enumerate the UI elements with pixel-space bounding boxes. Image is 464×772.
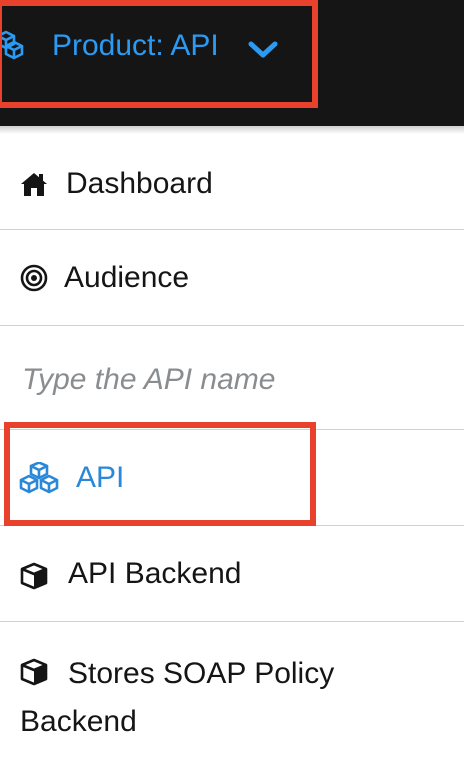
- top-header: Product: API: [0, 0, 464, 126]
- bullseye-icon: [20, 264, 48, 292]
- chevron-down-icon: [248, 41, 278, 58]
- nav-item-label: Stores SOAP Policy Backend: [20, 657, 335, 738]
- cubes-icon: [0, 30, 24, 60]
- api-search-row: [0, 326, 464, 430]
- product-selector-label: Product: API: [52, 29, 219, 62]
- nav-item-api-backend[interactable]: API Backend: [0, 526, 464, 622]
- api-search-input[interactable]: [0, 326, 464, 430]
- cubes-icon: [19, 462, 59, 494]
- product-selector-dropdown[interactable]: Product: API: [0, 0, 320, 96]
- nav-item-api[interactable]: API: [0, 430, 464, 526]
- nav-item-label: Dashboard: [66, 167, 213, 200]
- nav-item-label: API Backend: [68, 557, 242, 590]
- nav-item-label: API: [76, 461, 125, 494]
- nav-item-dashboard[interactable]: Dashboard: [0, 134, 464, 230]
- home-icon: [21, 173, 47, 196]
- page: Product: API Dashboard Audience Type the…: [0, 0, 464, 772]
- nav-item-audience[interactable]: Audience: [0, 230, 464, 326]
- header-divider: [0, 126, 464, 134]
- nav-item-label: Audience: [64, 261, 190, 294]
- cube-icon: [20, 562, 48, 590]
